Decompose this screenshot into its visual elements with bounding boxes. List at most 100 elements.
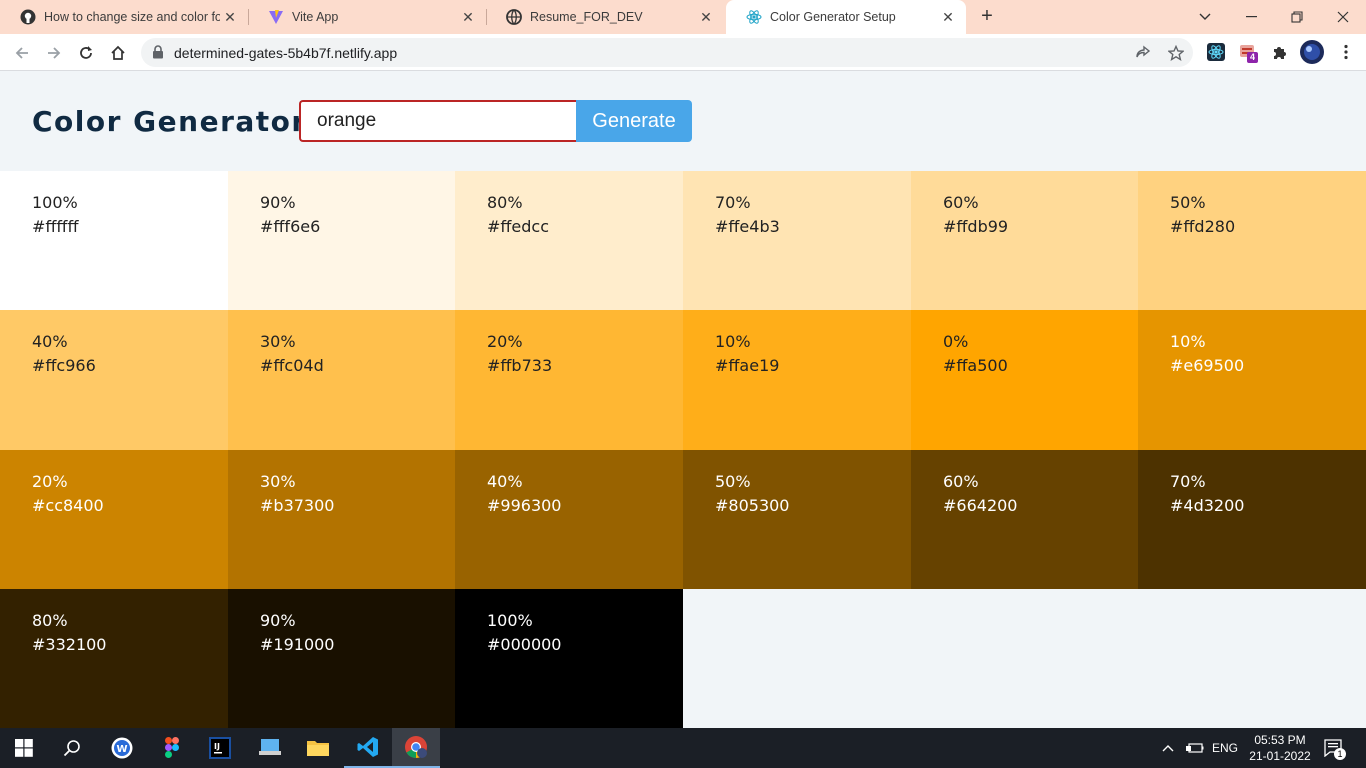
tab-search-icon[interactable] xyxy=(1182,0,1228,34)
page-content: Color Generator Generate 100% #ffffff 90% #… xyxy=(0,71,1366,728)
puzzle-icon[interactable] xyxy=(1270,42,1290,62)
generate-button[interactable]: Generate xyxy=(576,100,692,142)
this-pc-icon[interactable] xyxy=(246,728,294,768)
search-icon[interactable] xyxy=(48,728,96,768)
svg-text:IJ: IJ xyxy=(214,742,220,751)
swatch-hex: #000000 xyxy=(487,635,562,654)
swatch-hex: #ffae19 xyxy=(715,356,780,375)
swatch-percent: 100% xyxy=(32,193,78,212)
swatch-percent: 20% xyxy=(487,332,523,351)
color-swatch[interactable]: 30% #ffc04d xyxy=(228,310,455,450)
notifications-icon[interactable]: 1 xyxy=(1324,728,1346,768)
color-swatch[interactable]: 60% #ffdb99 xyxy=(911,171,1138,310)
restore-icon[interactable] xyxy=(1274,0,1320,34)
color-swatch[interactable]: 20% #ffb733 xyxy=(455,310,683,450)
taskbar: W IJ ENG 05:53 PM 21-01-2022 1 xyxy=(0,728,1366,768)
swatch-percent: 30% xyxy=(260,472,296,491)
close-icon[interactable]: ✕ xyxy=(220,9,240,26)
swatch-percent: 20% xyxy=(32,472,68,491)
color-swatch[interactable]: 70% #ffe4b3 xyxy=(683,171,911,310)
swatch-percent: 80% xyxy=(32,611,68,630)
window-close-icon[interactable] xyxy=(1320,0,1366,34)
swatch-percent: 60% xyxy=(943,472,979,491)
extension-badge-icon[interactable]: 4 xyxy=(1238,42,1259,63)
chrome-icon[interactable] xyxy=(392,728,440,768)
swatch-hex: #ffb733 xyxy=(487,356,553,375)
vscode-icon[interactable] xyxy=(344,728,392,768)
swatch-hex: #ffc966 xyxy=(32,356,96,375)
color-swatch[interactable]: 90% #191000 xyxy=(228,589,455,728)
new-tab-icon[interactable]: + xyxy=(976,5,998,29)
color-swatch[interactable]: 40% #ffc966 xyxy=(0,310,228,450)
figma-icon[interactable] xyxy=(148,728,196,768)
color-swatch[interactable]: 80% #332100 xyxy=(0,589,228,728)
github-icon xyxy=(20,9,36,25)
color-swatch[interactable]: 90% #fff6e6 xyxy=(228,171,455,310)
language-indicator[interactable]: ENG xyxy=(1212,728,1238,768)
color-swatch[interactable]: 50% #805300 xyxy=(683,450,911,589)
app-w-icon[interactable]: W xyxy=(98,728,146,768)
windows-start-icon[interactable] xyxy=(0,728,48,768)
globe-icon xyxy=(506,9,522,25)
lock-icon[interactable] xyxy=(152,45,164,64)
swatch-percent: 40% xyxy=(32,332,68,351)
swatch-percent: 10% xyxy=(715,332,751,351)
system-clock[interactable]: 05:53 PM 21-01-2022 xyxy=(1244,732,1316,764)
profile-avatar[interactable] xyxy=(1300,40,1324,64)
swatch-percent: 10% xyxy=(1170,332,1206,351)
color-swatch[interactable]: 100% #000000 xyxy=(455,589,683,728)
swatch-percent: 50% xyxy=(715,472,751,491)
close-icon[interactable]: ✕ xyxy=(938,9,958,26)
vite-icon xyxy=(268,9,284,25)
tab-vite[interactable]: Vite App ✕ xyxy=(248,0,486,34)
color-swatch[interactable]: 0% #ffa500 xyxy=(911,310,1138,450)
file-explorer-icon[interactable] xyxy=(294,728,342,768)
tab-title: Color Generator Setup xyxy=(770,10,896,24)
notification-count: 1 xyxy=(1334,748,1346,760)
tab-color-generator[interactable]: Color Generator Setup ✕ xyxy=(726,0,966,34)
swatch-hex: #cc8400 xyxy=(32,496,104,515)
tab-strip: How to change size and color for ✕ Vite … xyxy=(0,0,1366,34)
swatch-hex: #fff6e6 xyxy=(260,217,321,236)
browser-menu-icon[interactable] xyxy=(1338,42,1354,62)
reload-icon[interactable] xyxy=(73,40,99,66)
url-text: determined-gates-5b4b7f.netlify.app xyxy=(174,45,398,61)
react-icon xyxy=(746,9,762,25)
share-icon[interactable] xyxy=(1134,44,1152,62)
swatch-percent: 70% xyxy=(715,193,751,212)
swatch-hex: #e69500 xyxy=(1170,356,1245,375)
close-icon[interactable]: ✕ xyxy=(458,9,478,26)
react-devtools-icon[interactable] xyxy=(1206,42,1226,62)
swatch-percent: 90% xyxy=(260,193,296,212)
color-swatch[interactable]: 80% #ffedcc xyxy=(455,171,683,310)
swatch-hex: #ffe4b3 xyxy=(715,217,780,236)
tab-github[interactable]: How to change size and color for ✕ xyxy=(0,0,248,34)
color-swatch[interactable]: 30% #b37300 xyxy=(228,450,455,589)
color-swatch[interactable]: 60% #664200 xyxy=(911,450,1138,589)
color-input[interactable] xyxy=(299,100,576,142)
color-swatch[interactable]: 100% #ffffff xyxy=(0,171,228,310)
color-swatch[interactable]: 10% #e69500 xyxy=(1138,310,1366,450)
color-swatch[interactable]: 40% #996300 xyxy=(455,450,683,589)
color-swatch[interactable]: 50% #ffd280 xyxy=(1138,171,1366,310)
swatch-hex: #ffffff xyxy=(32,217,79,236)
minimize-icon[interactable] xyxy=(1228,0,1274,34)
tab-resume[interactable]: Resume_FOR_DEV ✕ xyxy=(486,0,724,34)
battery-icon[interactable] xyxy=(1186,728,1204,768)
tab-title: Vite App xyxy=(292,10,339,24)
tray-chevron-icon[interactable] xyxy=(1162,728,1174,768)
close-icon[interactable]: ✕ xyxy=(696,9,716,26)
swatch-percent: 100% xyxy=(487,611,533,630)
color-swatch[interactable]: 70% #4d3200 xyxy=(1138,450,1366,589)
clock-date: 21-01-2022 xyxy=(1249,749,1311,763)
swatch-hex: #4d3200 xyxy=(1170,496,1245,515)
tab-title: How to change size and color for xyxy=(44,10,220,24)
forward-icon[interactable] xyxy=(41,40,67,66)
home-icon[interactable] xyxy=(105,40,131,66)
bookmark-star-icon[interactable] xyxy=(1167,44,1185,62)
intellij-icon[interactable]: IJ xyxy=(196,728,244,768)
color-swatch[interactable]: 20% #cc8400 xyxy=(0,450,228,589)
color-swatch[interactable]: 10% #ffae19 xyxy=(683,310,911,450)
back-icon[interactable] xyxy=(9,40,35,66)
address-bar[interactable]: determined-gates-5b4b7f.netlify.app xyxy=(141,38,1193,67)
